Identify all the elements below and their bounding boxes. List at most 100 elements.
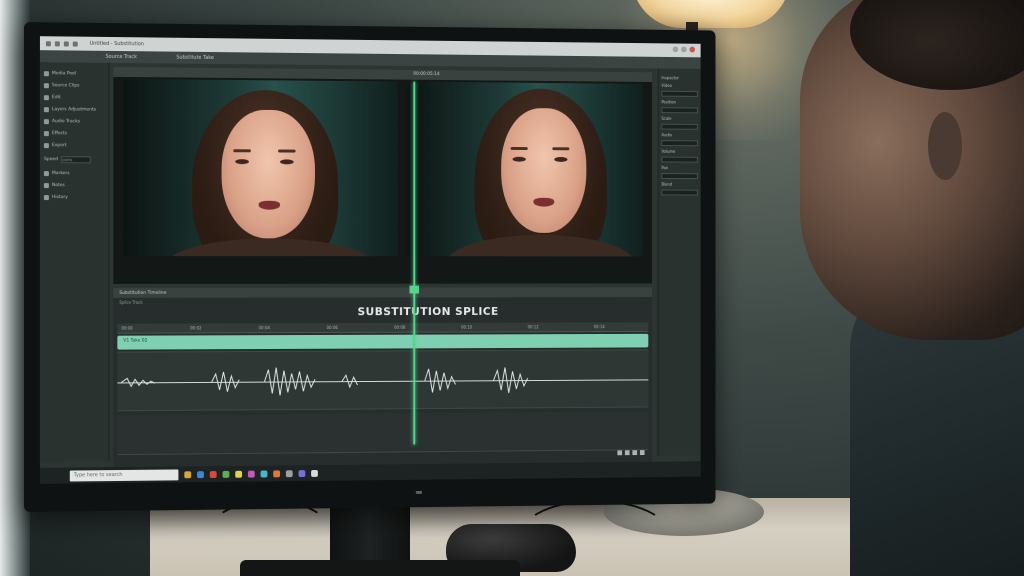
face: [501, 107, 587, 233]
screen: Untitled - Substitution Source Track Sub…: [39, 36, 701, 484]
menu-source-track[interactable]: Source Track: [105, 54, 136, 60]
timeline-panel[interactable]: Substitution Timeline Splice Track SUBST…: [113, 287, 653, 468]
sidebar-item-label: Source Clips: [51, 82, 80, 88]
snap-icon[interactable]: [632, 450, 638, 456]
layers-icon: [43, 106, 49, 112]
ruler-tick: 00:10: [461, 324, 473, 330]
close-icon[interactable]: [689, 46, 696, 53]
zoom-in-icon[interactable]: [624, 450, 630, 456]
sidebar-item-source-clips[interactable]: Source Clips: [43, 80, 105, 91]
sidebar-item-export[interactable]: Export: [43, 140, 105, 150]
sidebar-item-markers[interactable]: Markers: [43, 168, 105, 178]
ruler-tick: 00:06: [326, 325, 338, 331]
playhead-handle[interactable]: [409, 285, 420, 294]
maximize-icon[interactable]: [681, 46, 687, 53]
speed-label: Speed: [43, 156, 58, 162]
taskbar-app-icon[interactable]: [184, 470, 192, 478]
splice-title: SUBSTITUTION SPLICE: [357, 305, 499, 319]
inspector-row: Pan: [661, 165, 669, 171]
audio-track[interactable]: [117, 349, 649, 412]
sidebar-item-label: Export: [51, 142, 67, 148]
inspector-field[interactable]: [661, 189, 698, 196]
empty-track[interactable]: [117, 411, 649, 456]
inspector-field[interactable]: [661, 123, 698, 130]
monitor: Untitled - Substitution Source Track Sub…: [24, 22, 716, 512]
sidebar-item-effects[interactable]: Effects: [43, 128, 105, 138]
waveform-icon: [43, 118, 49, 124]
video-clip[interactable]: V1 Take 02: [117, 333, 649, 350]
window-title: Untitled - Substitution: [89, 40, 144, 48]
taskbar-app-icon[interactable]: [222, 470, 230, 478]
mouth: [258, 200, 281, 210]
sidebar-item-media-pool[interactable]: Media Pool: [43, 68, 105, 79]
substitute-frame[interactable]: [407, 81, 643, 257]
ruler-tick: 00:04: [258, 325, 270, 331]
menu-substitute-take[interactable]: Substitute Take: [176, 55, 214, 61]
inspector-row: Volume: [661, 148, 676, 154]
sidebar-item-label: Edit: [51, 94, 61, 100]
app-icon: [45, 40, 51, 46]
taskbar-app-icon[interactable]: [298, 469, 306, 477]
sidebar-item-label: Media Pool: [51, 70, 77, 76]
sidebar-item-layers[interactable]: Layers Adjustments: [43, 104, 105, 114]
sidebar-item-label: Layers Adjustments: [51, 106, 97, 113]
timeline-subtitle: Splice Track: [119, 299, 143, 305]
ruler-tick: 00:02: [190, 325, 202, 331]
inspector-field[interactable]: [661, 156, 698, 163]
inspector-field[interactable]: [661, 90, 698, 97]
inspector-field[interactable]: [661, 140, 698, 147]
sidebar-item-history[interactable]: History: [43, 192, 105, 202]
taskbar-app-icon[interactable]: [285, 469, 293, 477]
taskbar-app-icon[interactable]: [311, 469, 318, 477]
taskbar-app-icon[interactable]: [273, 469, 281, 477]
eye: [554, 156, 568, 162]
sidebar-item-edit[interactable]: Edit: [43, 92, 105, 102]
inspector-row: Audio: [661, 132, 673, 138]
taskbar-app-icon[interactable]: [209, 470, 217, 478]
taskbar-app-icon[interactable]: [235, 470, 243, 478]
sidebar: Media Pool Source Clips Edit Layers Adju…: [39, 62, 110, 462]
edit-icon[interactable]: [63, 40, 69, 46]
sidebar-item-notes[interactable]: Notes: [43, 180, 105, 190]
inspector-title: Inspector: [661, 75, 679, 81]
ruler-tick: 00:12: [527, 324, 539, 330]
person-ear: [928, 112, 962, 180]
speed-field-row: Speed: [44, 154, 105, 164]
taskbar-app-icon[interactable]: [197, 470, 204, 478]
eye: [280, 159, 294, 165]
view-icon[interactable]: [72, 41, 78, 47]
taskbar-app-icon[interactable]: [247, 470, 255, 478]
inspector-row: Position: [661, 99, 676, 105]
face: [221, 109, 315, 239]
zoom-out-icon[interactable]: [617, 450, 623, 456]
folder-icon: [43, 70, 49, 76]
source-frame[interactable]: [123, 78, 398, 257]
inspector-field[interactable]: [661, 173, 698, 180]
flag-icon: [43, 182, 49, 188]
sidebar-item-label: Effects: [51, 130, 68, 136]
sidebar-item-label: Notes: [51, 182, 65, 188]
timeline-ruler[interactable]: 00:00 00:02 00:04 00:06 00:08 00:10 00:1…: [117, 322, 649, 334]
marker-icon: [43, 170, 49, 176]
speed-input[interactable]: [60, 155, 91, 163]
video-viewer[interactable]: 00:00:05:14: [113, 66, 653, 284]
window-controls: [672, 46, 696, 53]
file-icon[interactable]: [54, 40, 60, 46]
gear-icon: [43, 142, 49, 148]
minimize-icon[interactable]: [672, 46, 679, 53]
sidebar-item-label: Audio Tracks: [51, 118, 81, 124]
settings-icon[interactable]: [639, 450, 645, 456]
mouth: [533, 197, 555, 207]
brow: [510, 146, 528, 151]
shoulders: [445, 234, 636, 257]
ruler-tick: 00:14: [593, 324, 605, 330]
playhead[interactable]: [413, 81, 416, 445]
eye: [235, 159, 249, 165]
taskbar-app-icon[interactable]: [260, 470, 268, 477]
sliders-icon: [43, 130, 49, 136]
taskbar-search[interactable]: Type here to search: [69, 468, 179, 482]
inspector-row: Blend: [661, 181, 673, 187]
inspector-field[interactable]: [661, 107, 698, 114]
timeline-controls: [617, 450, 645, 456]
sidebar-item-audio-tracks[interactable]: Audio Tracks: [43, 116, 105, 126]
